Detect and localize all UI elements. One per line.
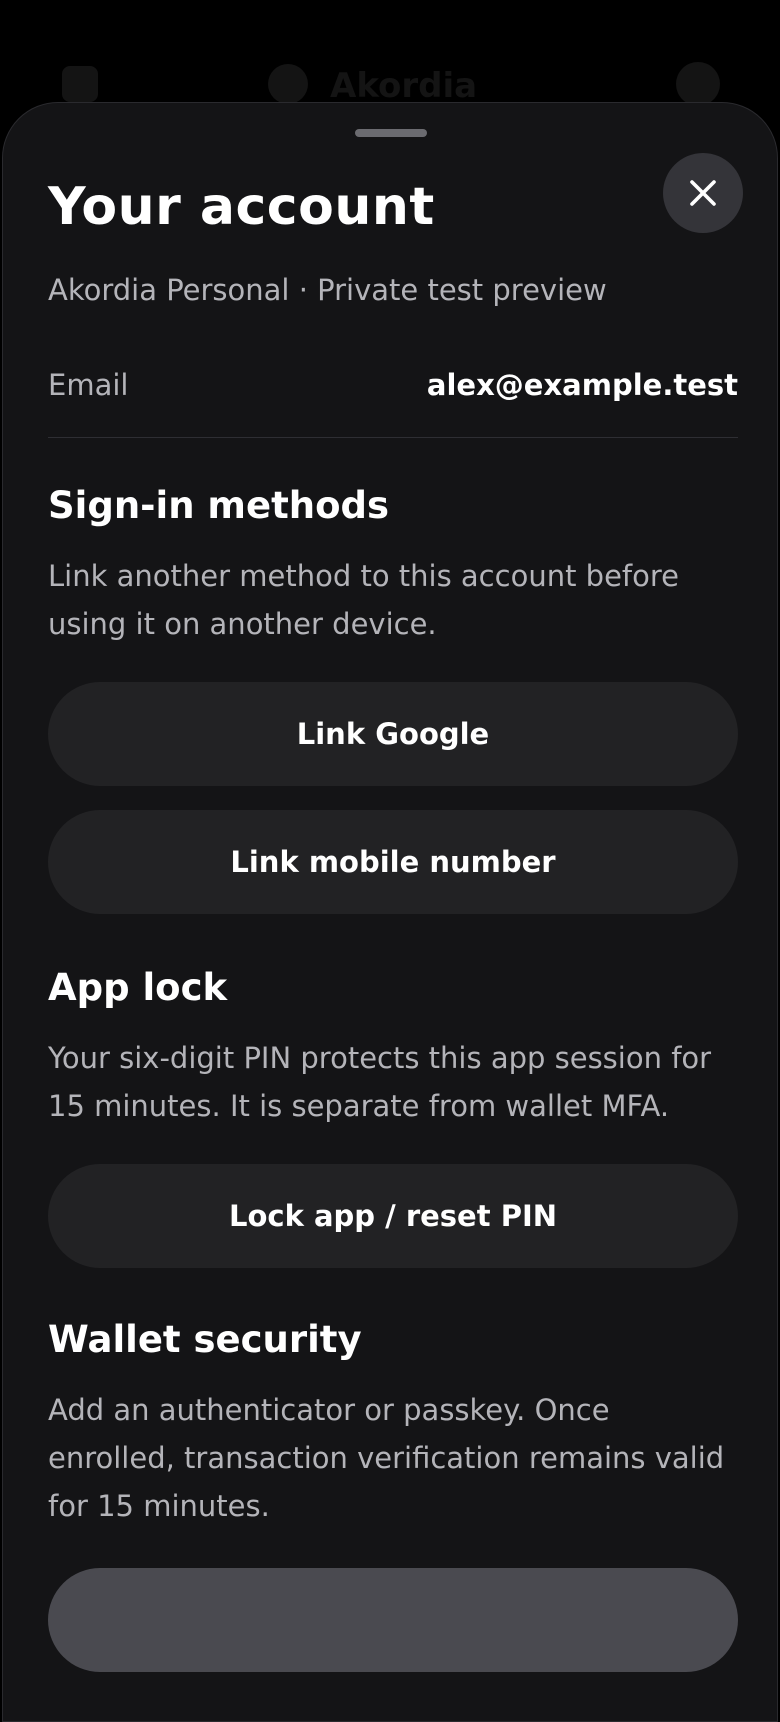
sheet-subtitle: Akordia Personal · Private test preview <box>48 273 607 307</box>
background-app-header: Akordia <box>0 0 780 110</box>
wallet-security-description: Add an authenticator or passkey. Once en… <box>48 1393 725 1523</box>
app-logo <box>268 64 308 104</box>
signin-methods-section: Sign-in methods Link another method to t… <box>48 482 738 914</box>
background-app-title: Akordia <box>330 66 478 106</box>
account-sheet: Your account Akordia Personal · Private … <box>2 102 778 1722</box>
lock-app-reset-pin-button[interactable]: Lock app / reset PIN <box>48 1164 738 1268</box>
email-row: Email alex@example.test <box>48 363 738 438</box>
link-google-button[interactable]: Link Google <box>48 682 738 786</box>
signin-methods-description: Link another method to this account befo… <box>48 559 679 641</box>
email-label: Email <box>48 368 129 402</box>
wallet-security-button[interactable] <box>48 1568 738 1672</box>
app-lock-description: Your six-digit PIN protects this app ses… <box>48 1041 712 1123</box>
app-lock-section: App lock Your six-digit PIN protects thi… <box>48 964 738 1268</box>
link-mobile-button[interactable]: Link mobile number <box>48 810 738 914</box>
signin-methods-heading: Sign-in methods <box>48 484 390 527</box>
email-value: alex@example.test <box>426 368 738 402</box>
sheet-grabber[interactable] <box>355 129 427 137</box>
wallet-security-heading: Wallet security <box>48 1318 362 1361</box>
sheet-title: Your account <box>48 177 435 237</box>
app-lock-heading: App lock <box>48 966 228 1009</box>
sheet-content: Your account Akordia Personal · Private … <box>48 173 738 1672</box>
wallet-security-section: Wallet security Add an authenticator or … <box>48 1316 738 1672</box>
profile-icon <box>676 62 720 106</box>
menu-icon <box>62 66 98 102</box>
